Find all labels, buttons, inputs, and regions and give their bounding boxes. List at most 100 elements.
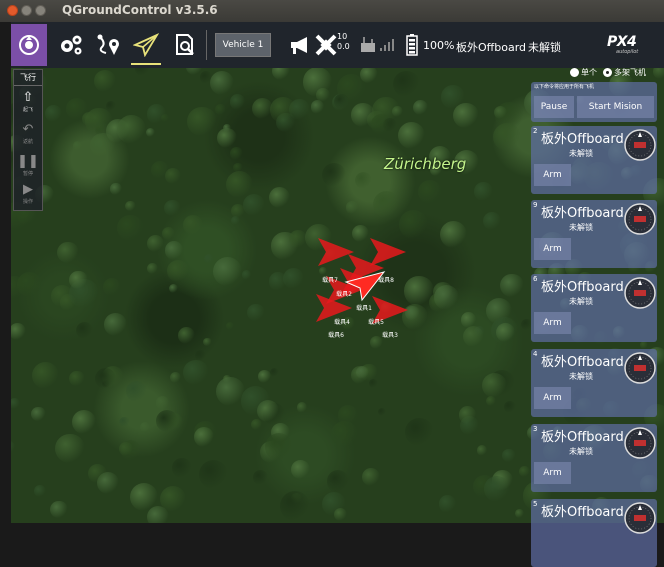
- vehicle-id: 5: [533, 500, 538, 508]
- map-tree-texture: [230, 215, 240, 225]
- vehicle-arm-button[interactable]: Arm: [534, 387, 571, 409]
- action-button[interactable]: ▶ 操作: [14, 182, 42, 212]
- plan-route-button[interactable]: [91, 24, 127, 66]
- map-tree-texture: [11, 397, 21, 409]
- map-tree-texture: [270, 97, 296, 123]
- vehicle-card: 3 板外Offboard 未解锁 Arm: [531, 424, 657, 492]
- vehicle-selector[interactable]: Vehicle 1: [215, 33, 271, 57]
- vehicle-flight-mode[interactable]: 板外Offboard: [541, 426, 624, 445]
- map-tree-texture: [483, 211, 502, 230]
- battery-percent: 100%: [423, 39, 455, 52]
- vehicle-arm-button[interactable]: Arm: [534, 462, 571, 484]
- vehicle-compass-icon: [624, 502, 656, 534]
- vehicle-arm-button[interactable]: Arm: [534, 312, 571, 334]
- map-tree-texture: [155, 396, 170, 410]
- map-tree-texture: [319, 266, 328, 275]
- map-tree-texture: [33, 485, 46, 498]
- fly-view-button[interactable]: [128, 24, 164, 66]
- telemetry-rssi-button[interactable]: [377, 24, 397, 66]
- map-tree-texture: [168, 283, 178, 294]
- map-tree-texture: [213, 257, 243, 287]
- takeoff-icon: ⇧: [22, 90, 34, 105]
- map-tree-texture: [251, 97, 274, 120]
- map-tree-texture: [412, 99, 429, 116]
- settings-button[interactable]: [53, 24, 89, 66]
- return-label: 返航: [22, 139, 33, 145]
- pause-all-button[interactable]: Pause: [534, 96, 574, 118]
- vehicle-arm-button[interactable]: Arm: [534, 164, 571, 186]
- document-search-icon: [176, 34, 194, 55]
- analyze-button[interactable]: [167, 24, 203, 66]
- map-tree-texture: [351, 103, 375, 127]
- window-title: QGroundControl v3.5.6: [62, 3, 218, 17]
- multi-vehicle-radio[interactable]: [603, 68, 612, 77]
- single-vehicle-label: 单个: [581, 68, 597, 77]
- vehicle-flight-mode[interactable]: 板外Offboard: [541, 128, 624, 147]
- command-hint: 以下命令将应用于所有飞机: [534, 84, 595, 90]
- map-tree-texture: [71, 409, 96, 434]
- vehicle-card: 5 板外Offboard: [531, 499, 657, 567]
- map-tree-texture: [193, 426, 215, 447]
- map-tree-texture: [139, 421, 150, 433]
- map-tree-texture: [369, 379, 378, 388]
- gears-icon: [61, 35, 82, 55]
- window-maximize-button[interactable]: [35, 5, 46, 16]
- vehicle-flight-mode[interactable]: 板外Offboard: [541, 276, 624, 295]
- rc-transmitter-icon: [361, 37, 375, 52]
- paper-plane-icon: [133, 33, 159, 57]
- map-tree-texture: [229, 147, 243, 161]
- map-tree-texture: [333, 507, 347, 521]
- map-tree-texture: [393, 70, 420, 97]
- pause-label: 暂停: [22, 171, 33, 177]
- map-tree-texture: [177, 326, 195, 344]
- map-tree-texture: [118, 442, 133, 457]
- map-tree-texture: [55, 433, 85, 464]
- map-tree-texture: [378, 408, 387, 417]
- map-tree-texture: [183, 360, 209, 386]
- vehicle-flight-mode[interactable]: 板外Offboard: [541, 501, 624, 520]
- map-tree-texture: [251, 419, 263, 431]
- map-tree-texture: [271, 68, 291, 81]
- map-tree-texture: [243, 193, 265, 216]
- start-mission-button[interactable]: Start Mision: [577, 96, 654, 118]
- vehicle-arm-state: 未解锁: [569, 447, 593, 456]
- vehicle-card: 9 板外Offboard 未解锁 Arm: [531, 200, 657, 268]
- battery-button[interactable]: [401, 24, 423, 66]
- window-close-button[interactable]: [7, 5, 18, 16]
- arm-state-button[interactable]: 未解锁: [528, 39, 561, 55]
- takeoff-button[interactable]: ⇧ 起飞: [14, 90, 42, 120]
- rc-rssi-button[interactable]: [357, 24, 379, 66]
- map-tree-texture: [216, 376, 245, 406]
- map-tree-texture: [161, 227, 175, 241]
- map-tree-texture: [126, 381, 147, 402]
- map-tree-texture: [372, 190, 400, 218]
- map-tree-texture: [370, 336, 384, 349]
- qgc-logo-button[interactable]: [11, 24, 47, 66]
- map-tree-texture: [146, 235, 164, 253]
- vehicle-arm-button[interactable]: Arm: [534, 238, 571, 260]
- map-tree-texture: [253, 470, 268, 485]
- return-button[interactable]: ↶ 返航: [14, 122, 42, 152]
- map-tree-texture: [302, 68, 333, 97]
- map-tree-texture: [110, 183, 122, 195]
- map-tree-texture: [94, 368, 116, 390]
- action-label: 操作: [22, 199, 33, 205]
- map-tree-texture: [104, 312, 127, 336]
- map-tree-texture: [405, 417, 434, 446]
- satellite-count: 10: [337, 32, 348, 41]
- vehicle-flight-mode[interactable]: 板外Offboard: [541, 351, 624, 370]
- flight-mode-selector[interactable]: 板外Offboard: [456, 39, 526, 55]
- map-tree-texture: [167, 260, 189, 283]
- vehicle-arm-state: 未解锁: [569, 372, 593, 381]
- map-tree-texture: [146, 506, 170, 523]
- pause-button[interactable]: ❚❚ 暂停: [14, 154, 42, 184]
- window-minimize-button[interactable]: [21, 5, 32, 16]
- map-tree-texture: [268, 271, 288, 291]
- toolbar-separator: [206, 30, 207, 60]
- map-tree-texture: [11, 440, 15, 453]
- vehicle-flight-mode[interactable]: 板外Offboard: [541, 202, 624, 221]
- single-vehicle-radio[interactable]: [570, 68, 579, 77]
- map-tree-texture: [474, 182, 493, 201]
- map-tree-texture: [362, 467, 381, 486]
- map-tree-texture: [359, 68, 378, 84]
